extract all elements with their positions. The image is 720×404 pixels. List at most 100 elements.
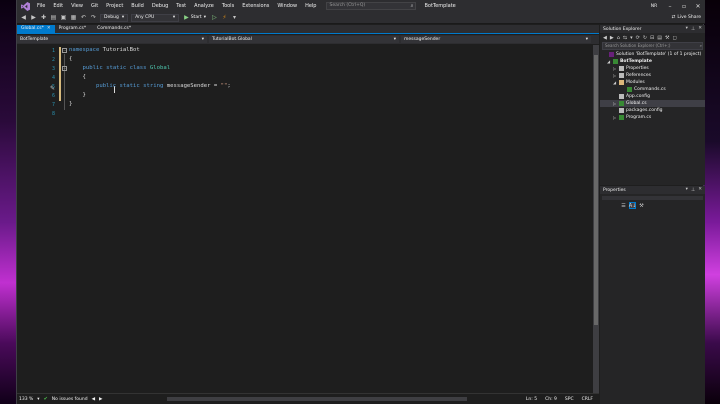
tree-item[interactable]: ▷ Properties [600, 65, 705, 72]
menu-item-extensions[interactable]: Extensions [238, 0, 273, 12]
code-line[interactable]: { [69, 55, 72, 64]
menu-item-debug[interactable]: Debug [148, 0, 172, 12]
nav-next-icon[interactable]: ▶ [99, 397, 102, 402]
platform-dropdown[interactable]: Any CPU ▾ [131, 13, 180, 22]
tree-item[interactable]: ◢ BotTemplate [600, 58, 705, 65]
close-icon[interactable]: ✕ [691, 0, 705, 12]
nav-prev-icon[interactable]: ◀ [92, 397, 95, 402]
menu-item-git[interactable]: Git [87, 0, 102, 12]
tree-item[interactable]: ◢ Modules [600, 79, 705, 86]
fold-class-icon[interactable]: − [62, 66, 67, 71]
toolbar-options-icon[interactable]: ▾ [231, 14, 238, 21]
forward-icon[interactable]: ▶ [610, 35, 614, 41]
code-line[interactable]: public static string messageSender = ""; [69, 82, 231, 91]
menu-item-project[interactable]: Project [102, 0, 127, 12]
pin-icon[interactable]: ✕ [47, 25, 51, 33]
property-pages-icon[interactable]: ⚒ [638, 202, 645, 209]
fold-namespace-icon[interactable]: − [62, 48, 67, 53]
save-all-icon[interactable]: ▦ [70, 14, 77, 21]
minimize-icon[interactable]: – [663, 0, 677, 12]
collapse-all-icon[interactable]: ⊟ [650, 35, 654, 41]
preview-icon[interactable]: ◻ [672, 35, 676, 41]
scrollbar-thumb[interactable] [594, 55, 598, 325]
expand-icon[interactable]: ▷ [612, 65, 617, 72]
panel-options-icon[interactable]: ▾ [686, 187, 688, 193]
tree-item[interactable]: App.config [600, 93, 705, 100]
code-line[interactable]: namespace TutorialBot [69, 46, 140, 55]
close-icon[interactable]: ✕ [698, 187, 702, 193]
hot-reload-icon[interactable]: ⚡ [221, 14, 228, 21]
avatar[interactable]: NR [649, 2, 659, 10]
forward-icon[interactable]: ▶ [30, 14, 37, 21]
back-icon[interactable]: ◀ [603, 35, 607, 41]
chevron-down-icon[interactable]: ▾ [37, 397, 39, 402]
pin-icon[interactable]: ⊥ [691, 26, 695, 32]
categorized-icon[interactable]: ☰ [620, 202, 627, 209]
show-all-files-icon[interactable]: ▤ [657, 35, 662, 41]
zoom-level[interactable]: 133 % [19, 397, 33, 402]
expand-icon[interactable]: ◢ [612, 79, 617, 86]
save-icon[interactable]: ▣ [60, 14, 67, 21]
menu-item-edit[interactable]: Edit [49, 0, 67, 12]
switch-views-icon[interactable]: ⇆ [623, 35, 627, 41]
menu-items: File Edit View Git Project Build Debug Test Anal… [33, 0, 320, 12]
project-dropdown[interactable]: BotTemplate ▾ [17, 36, 207, 43]
code-editor[interactable]: − − ✎ 1 2 3 4 5 6 7 8 namespace TutorialBot{ pub… [17, 45, 593, 393]
tree-item-label: Program.cs [626, 115, 652, 120]
editor-vertical-scrollbar[interactable] [593, 45, 599, 393]
home-icon[interactable]: ⌂ [617, 35, 620, 41]
menu-item-help[interactable]: Help [301, 0, 320, 12]
menu-item-analyze[interactable]: Analyze [190, 0, 218, 12]
menu-item-view[interactable]: View [67, 0, 87, 12]
code-token: } [69, 92, 86, 98]
code-token: { [69, 74, 86, 80]
tree-item[interactable]: Solution 'BotTemplate' (1 of 1 project) [600, 51, 705, 58]
type-dropdown[interactable]: TutorialBot.Global ▾ [209, 36, 399, 43]
alphabetical-icon[interactable]: A↓ [629, 202, 636, 209]
redo-icon[interactable]: ↷ [90, 14, 97, 21]
solution-search-input[interactable]: Search Solution Explorer (Ctrl+;) ⌕ [602, 42, 703, 50]
properties-icon[interactable]: ⚒ [665, 35, 669, 41]
code-line[interactable]: { [69, 73, 86, 82]
search-input[interactable]: Search (Ctrl+Q) ⌕ [326, 2, 417, 10]
refresh-icon[interactable]: ↻ [643, 35, 647, 41]
tree-item[interactable]: ▷ Program.cs [600, 114, 705, 121]
menu-item-window[interactable]: Window [273, 0, 301, 12]
new-item-icon[interactable]: ✚ [40, 14, 47, 21]
expand-icon[interactable]: ▷ [612, 72, 617, 79]
live-share-icon: ⇄ [671, 15, 676, 20]
expand-icon[interactable]: ◢ [606, 58, 611, 65]
tree-item[interactable]: Commands.cs [600, 86, 705, 93]
undo-icon[interactable]: ↶ [80, 14, 87, 21]
back-icon[interactable]: ◀ [20, 14, 27, 21]
configuration-dropdown[interactable]: Debug ▾ [100, 13, 129, 22]
sync-icon[interactable]: ⟳ [636, 35, 640, 41]
expand-icon[interactable]: ▷ [612, 100, 617, 107]
tree-item[interactable]: ▷ Global.cs [600, 100, 705, 107]
code-line[interactable]: public static class Global [69, 64, 170, 73]
tab-commandscs[interactable]: Commands.cs* [93, 25, 138, 33]
tab-programcs[interactable]: Program.cs* [55, 25, 94, 33]
menu-item-test[interactable]: Test [172, 0, 190, 12]
open-icon[interactable]: ▤ [50, 14, 57, 21]
panel-options-icon[interactable]: ▾ [686, 26, 688, 32]
code-line[interactable]: } [69, 100, 72, 109]
code-line[interactable]: } [69, 91, 86, 100]
menu-item-tools[interactable]: Tools [218, 0, 238, 12]
menu-item-build[interactable]: Build [127, 0, 148, 12]
member-dropdown[interactable]: messageSender ▾ [401, 36, 591, 43]
tree-item[interactable]: packages.config [600, 107, 705, 114]
pin-icon[interactable]: ⊥ [691, 187, 695, 193]
issues-status[interactable]: No issues found [52, 397, 88, 402]
close-icon[interactable]: ✕ [698, 26, 702, 32]
menu-item-file[interactable]: File [33, 0, 49, 12]
start-button[interactable]: ▶ Start ▾ [182, 14, 208, 21]
pending-changes-icon[interactable]: ▾ [630, 35, 633, 41]
tree-item[interactable]: ▷ References [600, 72, 705, 79]
tab-globalcs[interactable]: Global.cs* ✕ [17, 25, 55, 33]
expand-icon[interactable]: ▷ [612, 114, 617, 121]
editor-horizontal-scrollbar[interactable] [166, 397, 467, 401]
live-share-button[interactable]: ⇄ Live Share [672, 15, 701, 20]
run-without-debug-icon[interactable]: ▷ [211, 14, 218, 21]
maximize-icon[interactable]: ▫ [677, 0, 691, 12]
